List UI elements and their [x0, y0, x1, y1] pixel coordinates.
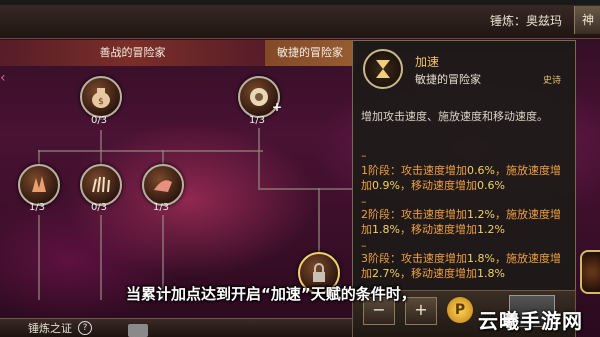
tooltip-subtitle: 敏捷的冒险家	[415, 73, 481, 86]
skill-node-claw-strike[interactable]	[80, 164, 122, 206]
skill-node-meat-blade[interactable]	[142, 164, 184, 206]
stage-text: 攻击速度增加	[401, 252, 467, 265]
proof-slot-icon	[128, 324, 148, 337]
top-right-button[interactable]: 神	[574, 6, 600, 34]
left-deco: ‹	[0, 70, 6, 86]
video-subtitle: 当累计加点达到开启“加速”天赋的条件时，	[126, 285, 416, 303]
tooltip-title: 加速	[415, 55, 440, 69]
svg-text:$: $	[98, 97, 104, 107]
fire-hand-icon	[32, 176, 46, 192]
skill-count: 0/3	[90, 115, 108, 126]
hourglass-icon	[376, 60, 390, 78]
tree-line	[38, 150, 263, 152]
stage-level: 2阶段：	[361, 208, 401, 221]
meat-blade-icon	[154, 180, 172, 192]
skill-tooltip: 加速 敏捷的冒险家 史诗 增加攻击速度、施放速度和移动速度。 – 1阶段：攻击速…	[352, 40, 576, 304]
stage-value: 1.8%	[372, 223, 400, 236]
skill-count: 1/3	[248, 115, 266, 126]
claw-icon	[92, 176, 110, 193]
side-skill-card[interactable]	[580, 250, 600, 294]
stage-value: 2.7%	[372, 267, 400, 280]
game-screen: 锤炼：奥兹玛 神 善战的冒险家 敏捷的冒险家 ‹ $ 0/3 + 1/3 1/3…	[0, 0, 600, 337]
coin-bag-icon: $	[92, 88, 110, 108]
stage-text: ，移动速度增加	[399, 179, 477, 192]
stage-text: 攻击速度增加	[401, 208, 467, 221]
skill-node-coin-bag[interactable]: $	[80, 76, 122, 118]
tooltip-divider: –	[361, 149, 367, 162]
upgrade-plus-icon: +	[271, 100, 282, 114]
stage-value: 0.9%	[372, 179, 400, 192]
top-bar: 锤炼：奥兹玛 神	[0, 0, 600, 39]
stage-3: 3阶段：攻击速度增加1.8%，施放速度增加2.7%，移动速度增加1.8%	[361, 251, 567, 281]
help-icon[interactable]: ?	[78, 321, 92, 335]
watermark-text: 云曦手游网	[478, 309, 583, 333]
stage-text: 攻击速度增加	[401, 164, 467, 177]
stage-text: ，移动速度增加	[399, 223, 477, 236]
stage-value: 1.8%	[467, 252, 495, 265]
top-strip	[0, 0, 600, 5]
tree-line	[38, 215, 40, 300]
stage-2: 2阶段：攻击速度增加1.2%，施放速度增加1.8%，移动速度增加1.2%	[361, 207, 567, 237]
tooltip-description: 增加攻击速度、施放速度和移动速度。	[361, 110, 548, 123]
smith-proof-label: 锤炼之证	[28, 322, 72, 335]
skill-node-burst-fist[interactable]: +	[238, 76, 282, 118]
tree-line	[100, 215, 102, 300]
point-coin-icon: P	[447, 297, 473, 323]
stage-value: 0.6%	[476, 179, 505, 192]
skill-count: 1/3	[152, 202, 170, 213]
haste-icon-frame	[363, 49, 403, 89]
category-tab-agile[interactable]: 敏捷的冒险家	[265, 40, 355, 66]
stage-value: 0.6%	[467, 164, 495, 177]
tree-line	[318, 188, 320, 252]
category-tab-warrior[interactable]: 善战的冒险家	[0, 40, 265, 66]
rarity-label: 史诗	[543, 76, 562, 86]
skill-count: 0/3	[90, 202, 108, 213]
stage-1: 1阶段：攻击速度增加0.6%，施放速度增加0.9%，移动速度增加0.6%	[361, 163, 567, 193]
tree-line	[258, 128, 260, 188]
tree-line	[162, 150, 164, 164]
smith-label: 锤炼：奥兹玛	[490, 14, 563, 28]
stage-value: 1.2%	[476, 223, 505, 236]
tree-line	[258, 188, 352, 190]
stage-level: 3阶段：	[361, 252, 401, 265]
skill-count: 1/3	[28, 202, 46, 213]
burst-fist-icon	[250, 88, 268, 106]
stage-value: 1.2%	[467, 208, 495, 221]
tree-line	[100, 130, 102, 164]
stage-text: ，移动速度增加	[399, 267, 477, 280]
tree-line	[38, 150, 40, 164]
stage-level: 1阶段：	[361, 164, 401, 177]
skill-node-fire-hand[interactable]	[18, 164, 60, 206]
stage-value: 1.8%	[476, 267, 505, 280]
